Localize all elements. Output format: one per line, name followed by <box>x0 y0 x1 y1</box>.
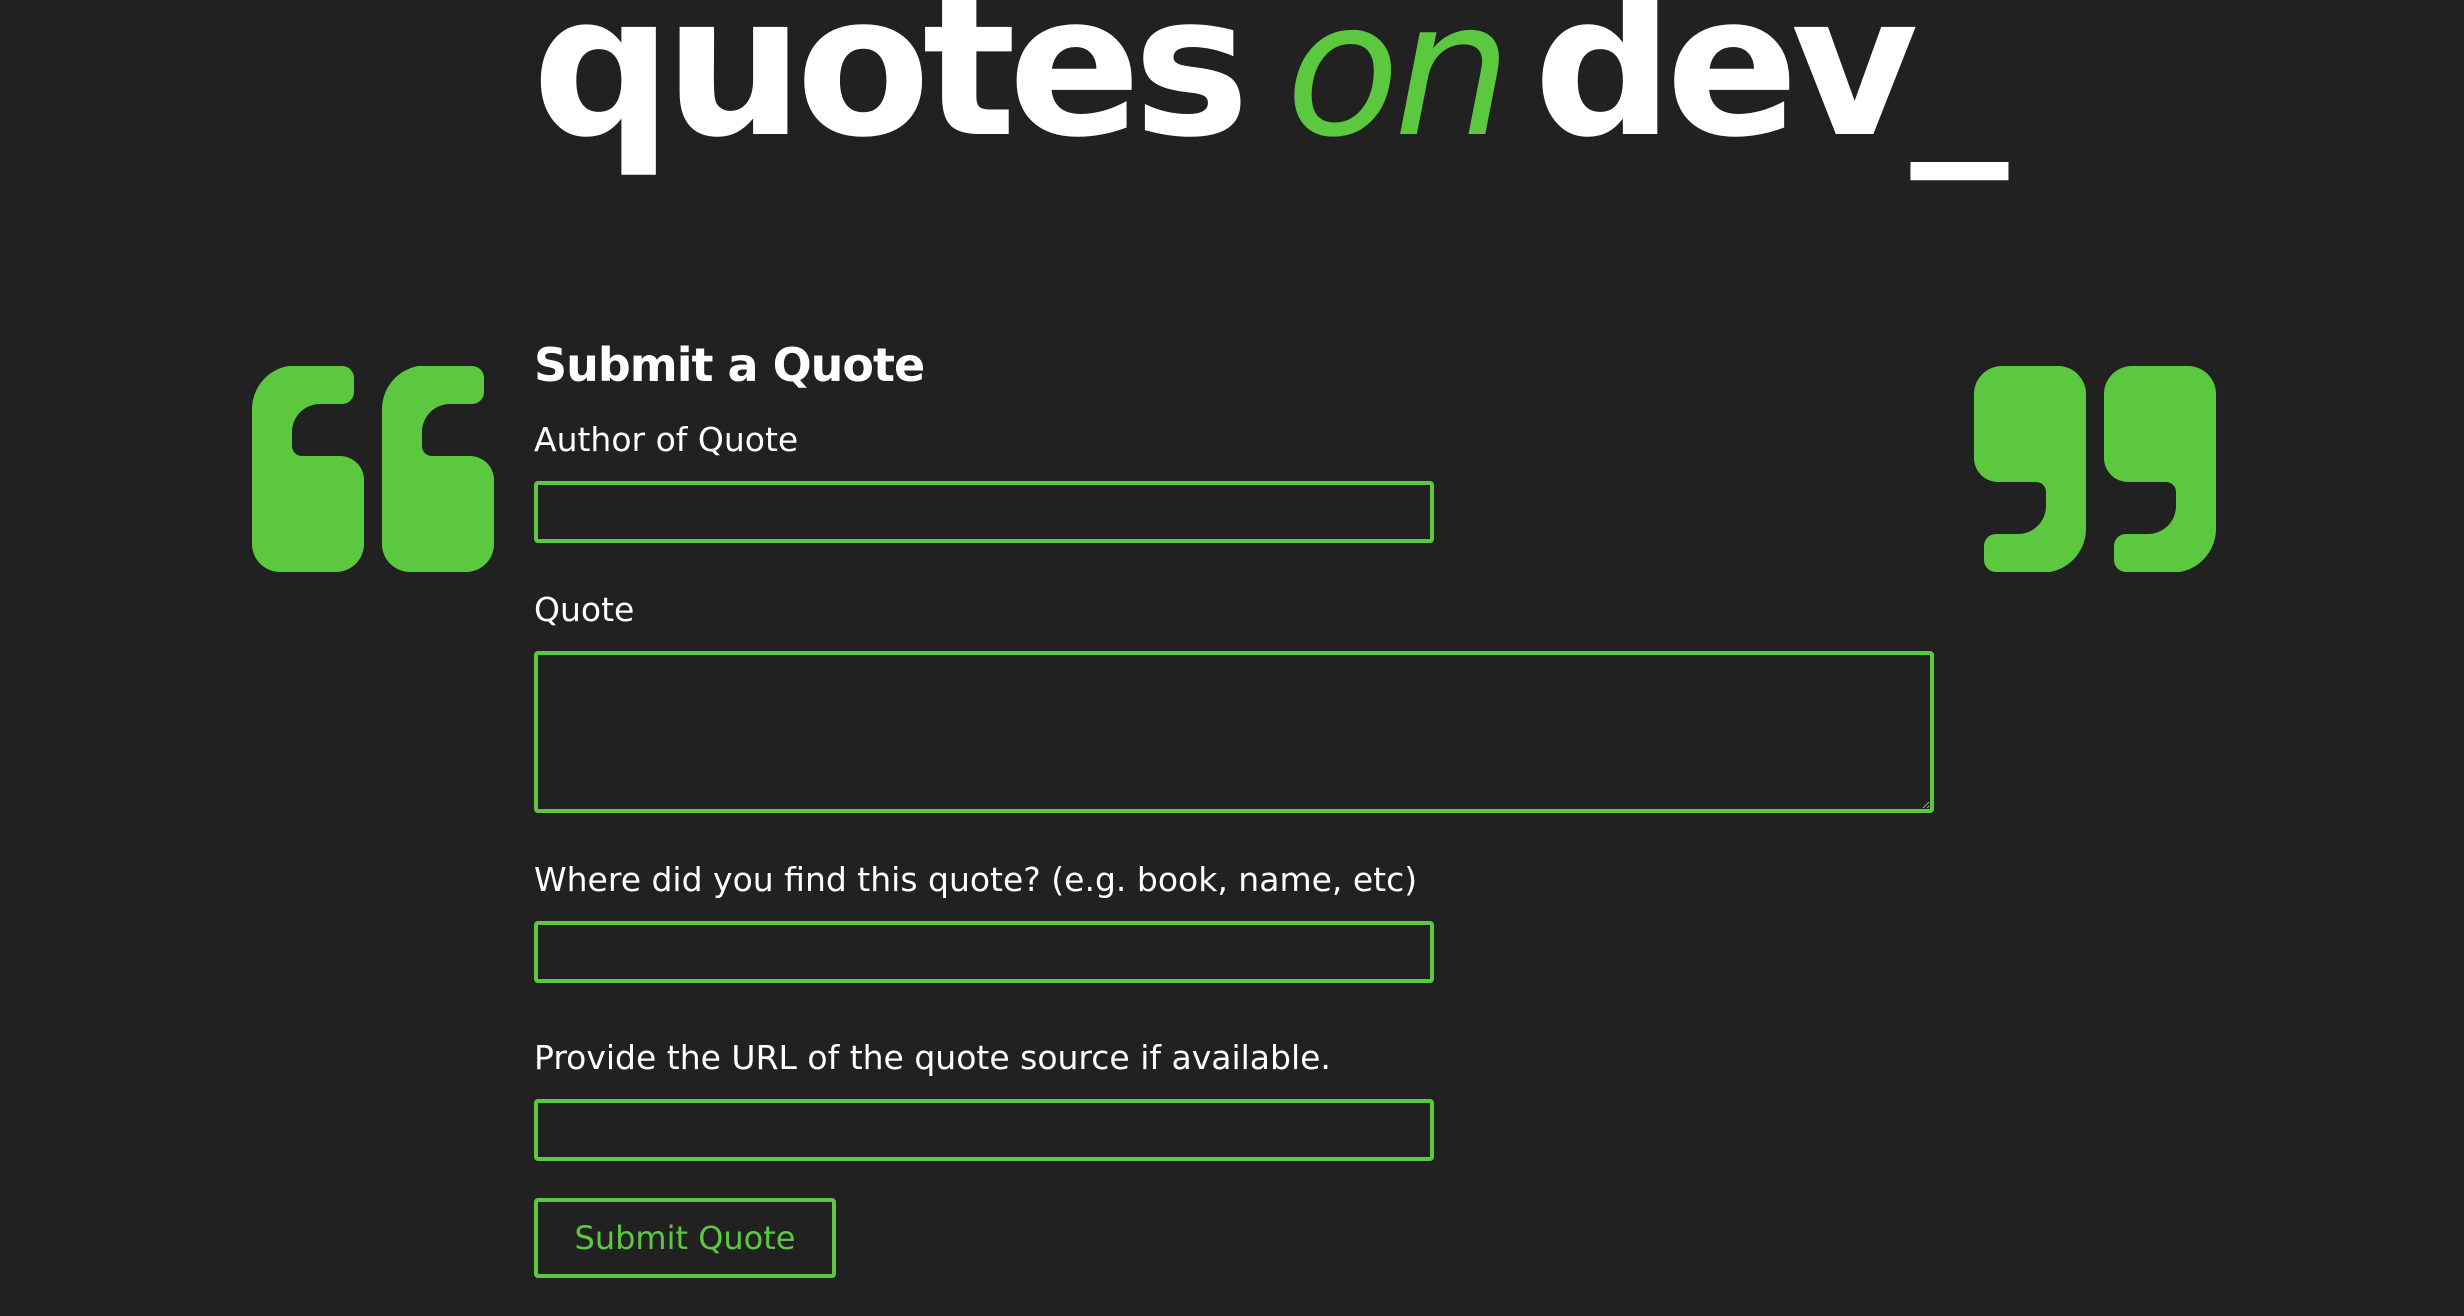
quote-textarea[interactable] <box>534 651 1934 813</box>
submit-quote-button[interactable]: Submit Quote <box>534 1198 836 1278</box>
page: quotes on dev_ Submit a Quote Author of Qu… <box>0 0 2464 1316</box>
site-logo[interactable]: quotes on dev_ <box>532 0 2008 175</box>
form-title: Submit a Quote <box>534 338 925 392</box>
submit-quote-form: Submit a Quote Author of Quote Quote Whe… <box>534 330 1934 1278</box>
url-input[interactable] <box>534 1099 1434 1161</box>
url-label: Provide the URL of the quote source if a… <box>534 1038 1331 1077</box>
author-label: Author of Quote <box>534 420 799 459</box>
source-label: Where did you find this quote? (e.g. boo… <box>534 860 1418 899</box>
logo-word-quotes: quotes <box>532 0 1250 181</box>
quote-label: Quote <box>534 590 635 629</box>
close-quote-icon <box>1974 366 2216 572</box>
source-input[interactable] <box>534 921 1434 983</box>
logo-word-on: on <box>1285 0 1512 178</box>
author-input[interactable] <box>534 481 1434 543</box>
logo-word-dev: dev_ <box>1533 0 2008 181</box>
open-quote-icon <box>252 366 494 572</box>
